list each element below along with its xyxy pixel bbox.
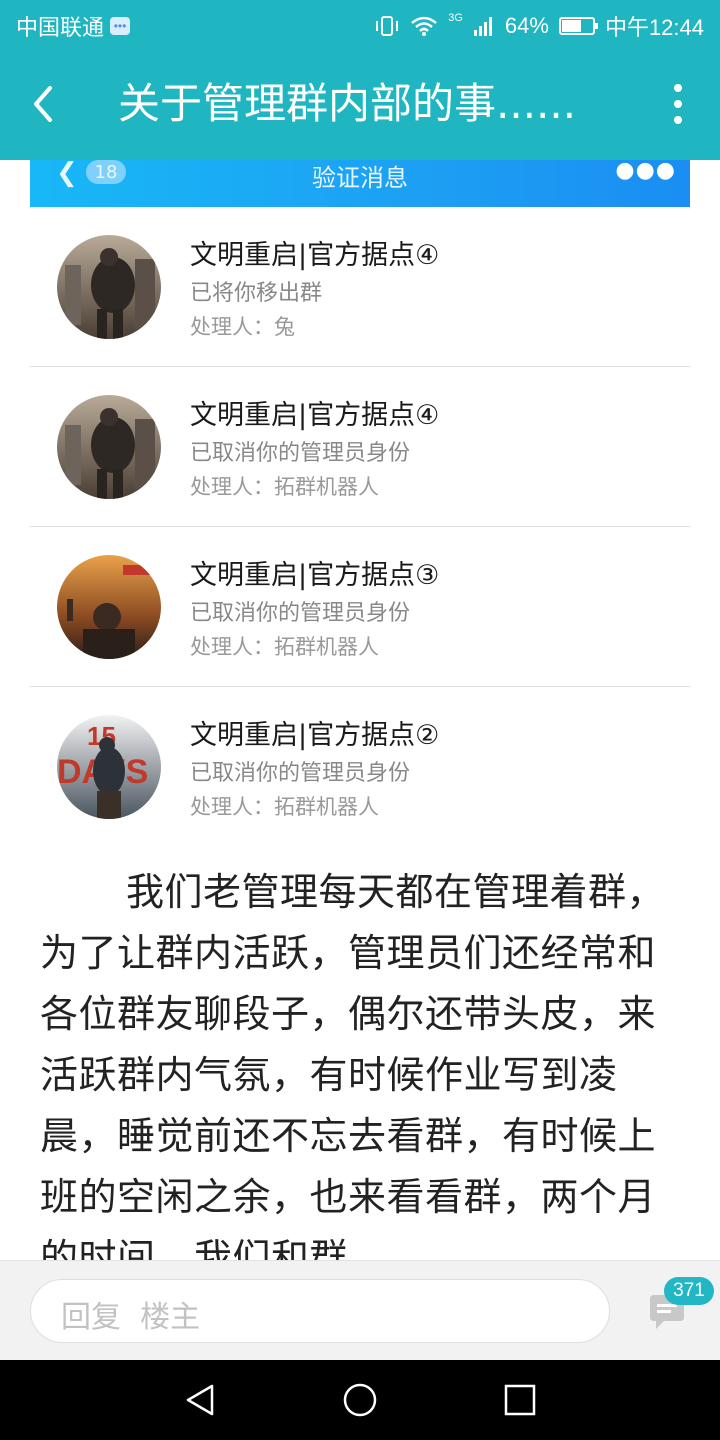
message-action: 已取消你的管理员身份: [190, 601, 411, 626]
group-name: 文明重启|官方据点②: [190, 720, 440, 751]
title-bar: 关于管理群内部的事......: [0, 48, 720, 160]
network-type-label: 3G: [448, 12, 463, 24]
group-avatar: 15 DAYS: [57, 715, 161, 819]
list-item: 文明重启|官方据点③ 已取消你的管理员身份 处理人：拓群机器人: [30, 527, 690, 687]
vibrate-icon: [376, 16, 399, 36]
recent-square-icon[interactable]: [502, 1382, 538, 1418]
nav-back-triangle-icon[interactable]: [182, 1382, 218, 1418]
message-handler: 处理人：拓群机器人: [190, 635, 379, 659]
group-avatar: [57, 395, 161, 499]
message-handler: 处理人：拓群机器人: [190, 795, 379, 819]
page-title: 关于管理群内部的事......: [118, 79, 577, 128]
back-arrow-icon[interactable]: [28, 78, 68, 130]
comment-count-badge: 371: [664, 1277, 714, 1305]
group-name: 文明重启|官方据点④: [190, 400, 440, 431]
status-bar: 中国联通 ••• 3G 64% 中午12:44: [0, 0, 720, 48]
group-avatar: [57, 555, 161, 659]
home-circle-icon[interactable]: [342, 1382, 378, 1418]
battery-percent: 64%: [504, 13, 549, 38]
reply-placeholder: 回复 楼主: [61, 1300, 201, 1335]
list-item: 15 DAYS 文明重启|官方据点② 已取消你的管理员身份 处理人：拓群机器人: [30, 687, 690, 846]
wifi-icon: [411, 16, 438, 36]
reply-input[interactable]: 回复 楼主: [30, 1279, 610, 1343]
message-handler: 处理人：拓群机器人: [190, 475, 379, 499]
chat-notification-icon: •••: [110, 17, 131, 35]
reply-bar: 回复 楼主 371: [0, 1260, 720, 1361]
article-paragraph: 我们老管理每天都在管理着群，为了让群内活跃，管理员们还经常和各位群友聊段子，偶尔…: [40, 870, 666, 1260]
battery-icon: [558, 17, 598, 35]
signal-icon: [473, 17, 492, 36]
post-content[interactable]: ❮ 18 验证消息 ●●● 文明重启|官方据点④ 已将你移出群 处理人：兔 文明…: [0, 160, 720, 1260]
list-item: 文明重启|官方据点④ 已取消你的管理员身份 处理人：拓群机器人: [30, 367, 690, 527]
carrier-label: 中国联通: [16, 15, 105, 40]
clock: 中午12:44: [604, 15, 704, 40]
embedded-title: 验证消息: [312, 164, 408, 192]
status-left: 中国联通 •••: [16, 10, 131, 42]
group-name: 文明重启|官方据点④: [190, 240, 440, 271]
message-action: 已取消你的管理员身份: [190, 441, 411, 466]
more-vert-icon[interactable]: [670, 84, 686, 124]
verification-message-list: 文明重启|官方据点④ 已将你移出群 处理人：兔 文明重启|官方据点④ 已取消你的…: [30, 207, 690, 846]
message-action: 已取消你的管理员身份: [190, 761, 411, 786]
group-avatar: [57, 235, 161, 339]
list-item: 文明重启|官方据点④ 已将你移出群 处理人：兔: [30, 207, 690, 367]
message-handler: 处理人：兔: [190, 315, 295, 339]
embedded-screenshot-header: ❮ 18 验证消息 ●●●: [30, 160, 690, 207]
group-name: 文明重启|官方据点③: [190, 560, 440, 591]
status-right: 3G 64% 中午12:44: [374, 10, 704, 42]
embedded-more-icon: ●●●: [615, 160, 676, 183]
system-navigation-bar: [0, 1360, 720, 1440]
message-action: 已将你移出群: [190, 281, 323, 306]
